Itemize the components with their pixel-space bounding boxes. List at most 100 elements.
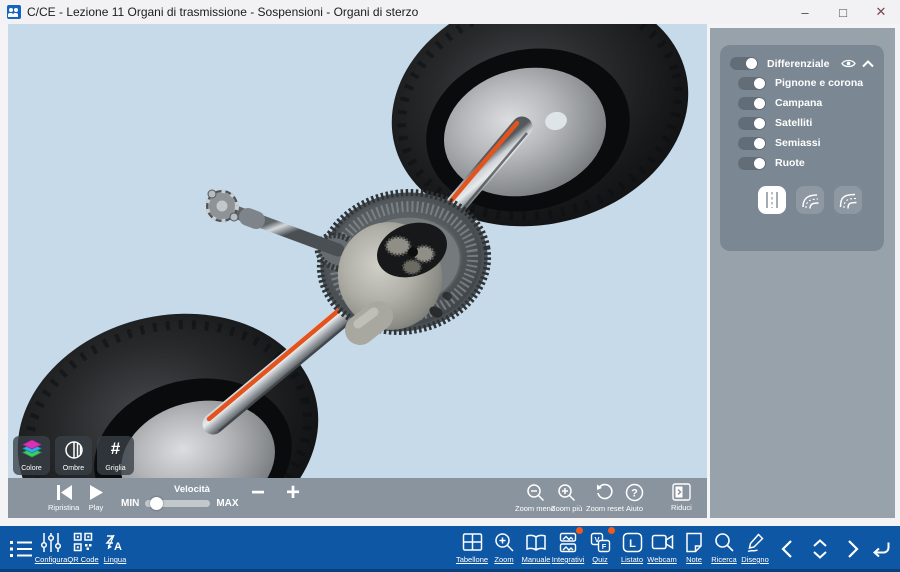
sliders-icon — [39, 530, 63, 554]
play-label: Play — [89, 503, 104, 512]
back-return-button[interactable] — [866, 537, 896, 561]
speed-title: Velocità — [143, 484, 241, 495]
ruote-toggle[interactable] — [738, 157, 766, 170]
collapse-panel-icon — [672, 483, 691, 501]
colore-button[interactable]: Colore — [13, 436, 50, 475]
listing-icon: L — [620, 530, 644, 554]
sharp-curve-road-icon — [839, 191, 857, 209]
help-label: Aiuto — [626, 504, 643, 513]
quiz-label: Quiz — [592, 555, 607, 564]
help-button[interactable]: ? Aiuto — [625, 483, 644, 513]
quiz-button[interactable]: V F Quiz — [583, 530, 617, 564]
disegno-button[interactable]: Disegno — [738, 530, 772, 564]
layer-row-satelliti: Satelliti — [738, 114, 874, 132]
ripristina-label: Ripristina — [48, 503, 79, 512]
ombre-button[interactable]: Ombre — [55, 436, 92, 475]
minimize-button[interactable]: – — [786, 0, 824, 24]
media-stack-icon — [556, 530, 580, 554]
eye-icon[interactable] — [841, 58, 856, 69]
chevron-up-icon[interactable] — [862, 60, 874, 68]
configura-label: Configura — [35, 555, 68, 564]
straight-road-button[interactable] — [758, 186, 786, 214]
right-sidebar: Differenziale — [710, 28, 895, 518]
tabellone-button[interactable]: Tabellone — [455, 530, 489, 564]
board-grid-icon — [460, 530, 484, 554]
tabellone-label: Tabellone — [456, 555, 488, 564]
ripristina-button[interactable]: Ripristina — [48, 484, 79, 512]
sharp-curve-road-button[interactable] — [834, 186, 862, 214]
zoom-in-label: Zoom più — [551, 504, 582, 513]
road-mode-buttons — [758, 186, 874, 214]
play-icon — [88, 484, 104, 501]
translate-icon: A — [103, 530, 127, 554]
shadows-icon — [64, 440, 84, 460]
ricerca-label: Ricerca — [711, 555, 736, 564]
griglia-button[interactable]: # Griglia — [97, 436, 134, 475]
grid-hash-icon: # — [111, 440, 120, 458]
manuale-button[interactable]: Manuale — [519, 530, 553, 564]
video-camera-icon — [650, 530, 674, 554]
app-window: C/CE - Lezione 11 Organi di trasmissione… — [0, 0, 900, 572]
zoom-in-button[interactable]: Zoom più — [551, 483, 582, 513]
speed-slider-knob[interactable] — [150, 497, 163, 510]
menu-list-icon — [9, 537, 33, 561]
svg-text:A: A — [114, 541, 122, 552]
zoom-tool-button[interactable]: Zoom — [487, 530, 521, 564]
semiassi-label: Semiassi — [775, 137, 821, 149]
max-label: MAX — [216, 498, 238, 509]
viewport-toolbar: Colore Ombre # Griglia — [13, 436, 134, 475]
help-icon: ? — [625, 483, 644, 502]
layer-row-pignone: Pignone e corona — [738, 74, 874, 92]
skip-start-icon — [54, 484, 74, 501]
satelliti-toggle[interactable] — [738, 117, 766, 130]
close-button[interactable]: ✕ — [862, 0, 900, 24]
layer-row-ruote: Ruote — [738, 154, 874, 172]
configura-button[interactable]: Configura — [34, 530, 68, 564]
zoom-out-button[interactable]: Zoom meno — [515, 483, 555, 513]
play-button[interactable]: Play — [88, 484, 104, 512]
maximize-button[interactable]: □ — [824, 0, 862, 24]
window-controls: – □ ✕ — [786, 0, 900, 24]
main-menu-button[interactable] — [6, 537, 36, 561]
satelliti-label: Satelliti — [775, 117, 812, 129]
campana-label: Campana — [775, 97, 822, 109]
layer-row-campana: Campana — [738, 94, 874, 112]
curve-road-button[interactable] — [796, 186, 824, 214]
pignone-toggle[interactable] — [738, 77, 766, 90]
open-book-icon — [524, 530, 548, 554]
qr-code-button[interactable]: QR Code — [66, 530, 100, 564]
speed-increase-button[interactable]: + — [286, 481, 300, 505]
note-button[interactable]: Note — [677, 530, 711, 564]
zoom-reset-button[interactable]: Zoom reset — [586, 483, 624, 513]
speed-slider[interactable] — [145, 500, 210, 507]
listato-button[interactable]: L Listato — [615, 530, 649, 564]
listato-label: Listato — [621, 555, 643, 564]
integrativi-button[interactable]: Integrativi — [551, 530, 585, 564]
prev-lesson-button[interactable] — [772, 537, 802, 561]
lesson-index-button[interactable] — [805, 537, 835, 561]
title-bar: C/CE - Lezione 11 Organi di trasmissione… — [0, 0, 900, 24]
semiassi-toggle[interactable] — [738, 137, 766, 150]
chevron-right-icon — [841, 537, 865, 561]
differenziale-label: Differenziale — [767, 58, 829, 70]
chevron-left-icon — [775, 537, 799, 561]
webcam-label: Webcam — [647, 555, 676, 564]
window-title: C/CE - Lezione 11 Organi di trasmissione… — [27, 5, 418, 19]
qr-code-icon — [71, 530, 95, 554]
layers-panel: Differenziale — [720, 45, 884, 251]
campana-toggle[interactable] — [738, 97, 766, 110]
lingua-button[interactable]: A Lingua — [98, 530, 132, 564]
layer-row-differenziale: Differenziale — [730, 55, 874, 72]
differenziale-toggle[interactable] — [730, 57, 758, 70]
ricerca-button[interactable]: Ricerca — [707, 530, 741, 564]
svg-text:?: ? — [631, 488, 638, 500]
webcam-button[interactable]: Webcam — [645, 530, 679, 564]
collapse-panel-button[interactable]: Riduci — [671, 483, 692, 512]
minus-glyph: − — [251, 481, 265, 505]
3d-viewport[interactable]: Colore Ombre # Griglia — [8, 24, 707, 478]
layer-row-semiassi: Semiassi — [738, 134, 874, 152]
next-lesson-button[interactable] — [838, 537, 868, 561]
speed-decrease-button[interactable]: − — [251, 481, 265, 505]
straight-road-icon — [764, 191, 780, 209]
lingua-label: Lingua — [104, 555, 127, 564]
